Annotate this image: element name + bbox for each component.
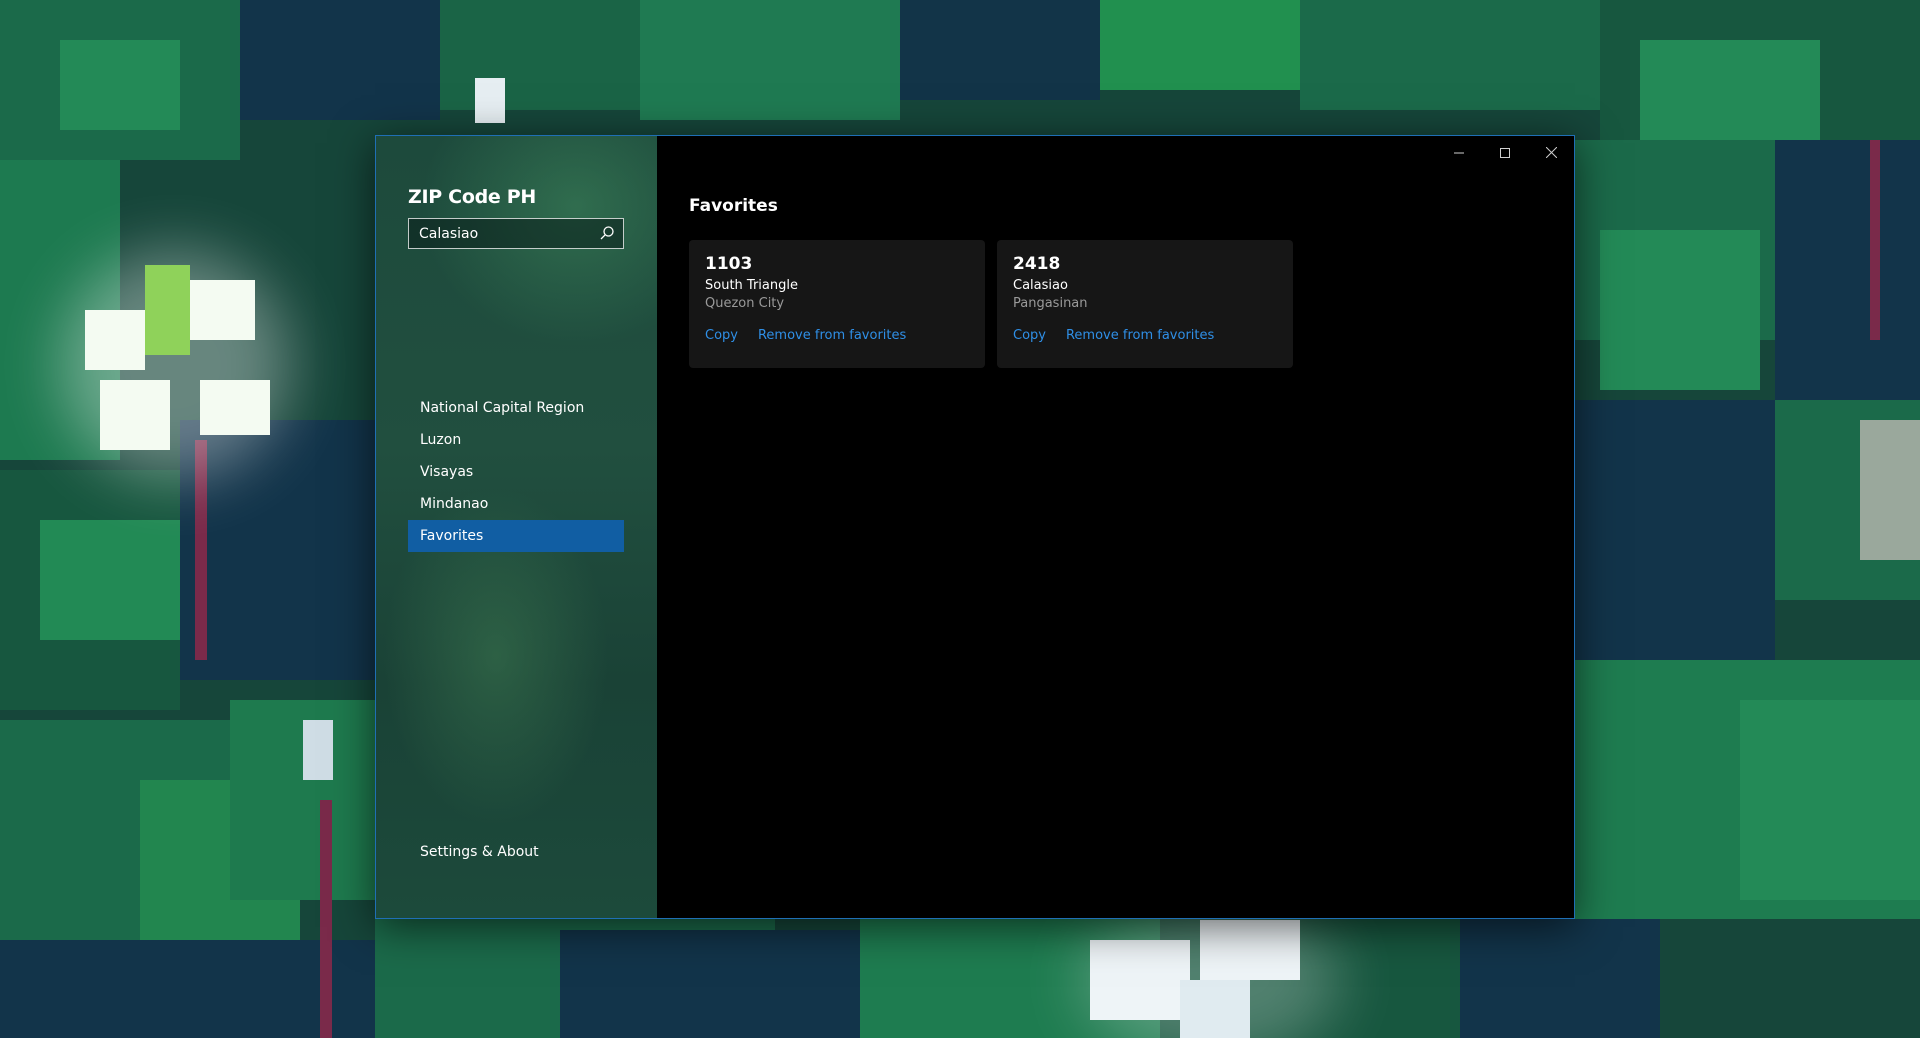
location-name: South Triangle: [705, 278, 798, 293]
zip-code: 1103: [705, 254, 753, 274]
nav-item-mindanao[interactable]: Mindanao: [408, 488, 624, 520]
nav-item-label: Favorites: [420, 528, 484, 544]
close-button[interactable]: [1528, 136, 1574, 168]
copy-button[interactable]: Copy: [1013, 328, 1046, 343]
navigation-pane: ZIP Code PH National Capital Region Luzo…: [376, 136, 657, 918]
window-controls: [1436, 136, 1574, 168]
card-actions: Copy Remove from favorites: [705, 328, 906, 343]
search-icon[interactable]: [599, 225, 615, 241]
nav-item-favorites[interactable]: Favorites: [408, 520, 624, 552]
app-window: ZIP Code PH National Capital Region Luzo…: [375, 135, 1575, 919]
main-content: Favorites 1103 South Triangle Quezon Cit…: [657, 136, 1574, 918]
location-name: Calasiao: [1013, 278, 1068, 293]
nav-item-label: Visayas: [420, 464, 474, 480]
nav-item-label: Luzon: [420, 432, 462, 448]
remove-from-favorites-button[interactable]: Remove from favorites: [1066, 328, 1214, 343]
app-title: ZIP Code PH: [408, 186, 537, 208]
nav-item-label: Mindanao: [420, 496, 489, 512]
card-actions: Copy Remove from favorites: [1013, 328, 1214, 343]
search-input[interactable]: [409, 219, 599, 248]
settings-about-item[interactable]: Settings & About: [408, 836, 624, 868]
location-area: Quezon City: [705, 296, 785, 311]
nav-item-luzon[interactable]: Luzon: [408, 424, 624, 456]
search-box[interactable]: [408, 218, 624, 249]
nav-item-national-capital-region[interactable]: National Capital Region: [408, 392, 624, 424]
zip-code: 2418: [1013, 254, 1061, 274]
nav-item-label: National Capital Region: [420, 400, 585, 416]
close-icon: [1545, 143, 1557, 162]
maximize-icon: [1500, 143, 1510, 162]
minimize-icon: [1454, 143, 1464, 162]
copy-button[interactable]: Copy: [705, 328, 738, 343]
nav-item-visayas[interactable]: Visayas: [408, 456, 624, 488]
maximize-button[interactable]: [1482, 136, 1528, 168]
remove-from-favorites-button[interactable]: Remove from favorites: [758, 328, 906, 343]
location-area: Pangasinan: [1013, 296, 1088, 311]
minimize-button[interactable]: [1436, 136, 1482, 168]
page-title: Favorites: [689, 196, 778, 216]
favorite-card: 1103 South Triangle Quezon City Copy Rem…: [689, 240, 985, 368]
settings-about-label: Settings & About: [420, 844, 539, 860]
favorite-card: 2418 Calasiao Pangasinan Copy Remove fro…: [997, 240, 1293, 368]
